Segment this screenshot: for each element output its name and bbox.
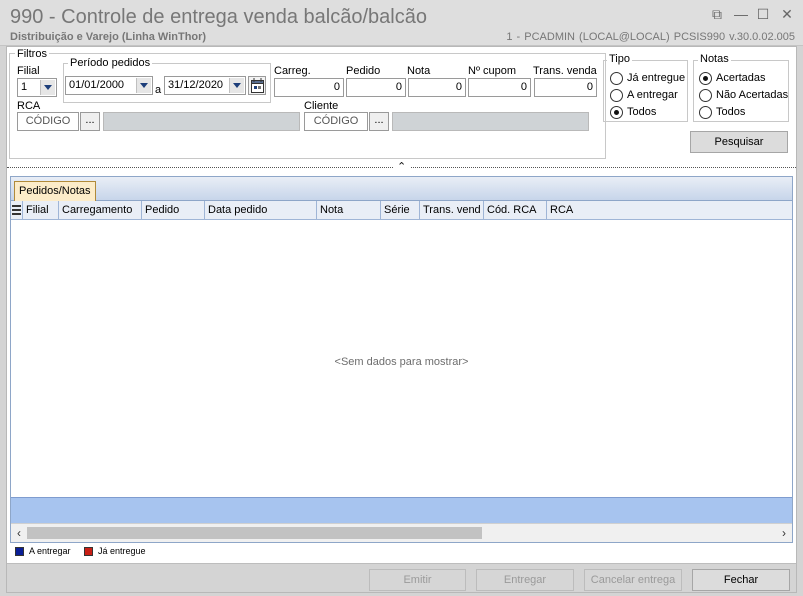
pedido-label: Pedido	[346, 65, 381, 77]
splitter-grip	[7, 167, 393, 168]
tipo-option-label: Já entregue	[627, 72, 686, 84]
minimize-icon[interactable]: —	[733, 6, 749, 22]
column-header[interactable]: Cód. RCA	[484, 201, 547, 219]
periodo-end-value: 31/12/2020	[168, 79, 224, 91]
scroll-left-icon[interactable]: ‹	[12, 525, 26, 541]
column-header[interactable]: Nota	[317, 201, 381, 219]
trans-venda-input[interactable]: 0	[534, 78, 597, 97]
window-subtitle: Distribuição e Varejo (Linha WinThor)	[10, 31, 207, 43]
radio-button[interactable]	[699, 106, 712, 119]
periodo-separator: a	[155, 84, 162, 96]
close-icon[interactable]: ✕	[779, 6, 795, 22]
tipo-option-label: Todos	[627, 106, 657, 118]
radio-button[interactable]	[610, 72, 623, 85]
session-info: 1 - PCADMIN (LOCAL@LOCAL) PCSIS990 v.30.…	[506, 31, 795, 43]
radio-button-selected[interactable]	[610, 106, 623, 119]
column-header[interactable]: Série	[381, 201, 420, 219]
tab-pedidos-notas[interactable]: Pedidos/Notas	[14, 181, 96, 201]
scroll-right-icon[interactable]: ›	[777, 525, 791, 541]
legend-label: A entregar	[29, 546, 71, 556]
empty-message: <Sem dados para mostrar>	[334, 356, 469, 368]
cliente-label: Cliente	[304, 100, 339, 112]
cupom-input[interactable]: 0	[468, 78, 531, 97]
radio-button-selected[interactable]	[699, 72, 712, 85]
carreg-input[interactable]: 0	[274, 78, 344, 97]
pedido-input[interactable]: 0	[346, 78, 406, 97]
chevron-down-icon[interactable]	[229, 78, 244, 93]
filial-select[interactable]: 1	[17, 78, 57, 97]
calendar-icon[interactable]	[248, 76, 266, 95]
cliente-browse-button[interactable]: ...	[369, 112, 389, 131]
fechar-button[interactable]: Fechar	[692, 569, 790, 591]
tab-strip: Pedidos/Notas	[11, 177, 792, 201]
rca-code-input[interactable]: CÓDIGO	[17, 112, 79, 131]
column-header[interactable]: Carregamento	[59, 201, 142, 219]
tipo-legend: Tipo	[607, 53, 632, 65]
footer-bar: Emitir Entregar Cancelar entrega Fechar	[7, 563, 796, 592]
legend-swatch	[84, 547, 93, 556]
tipo-option-label: A entregar	[627, 89, 678, 101]
splitter-grip	[411, 167, 796, 168]
periodo-start-value: 01/01/2000	[69, 79, 125, 91]
cupom-label: Nº cupom	[468, 65, 517, 77]
filters-legend: Filtros	[15, 48, 49, 60]
horizontal-scrollbar[interactable]: ‹ ›	[11, 523, 792, 542]
cancelar-entrega-button[interactable]: Cancelar entrega	[584, 569, 682, 591]
grid-summary-footer	[11, 497, 792, 523]
radio-button[interactable]	[610, 89, 623, 102]
scrollbar-thumb[interactable]	[27, 527, 482, 539]
column-header[interactable]: Data pedido	[205, 201, 317, 219]
rca-browse-button[interactable]: ...	[80, 112, 100, 131]
cliente-code-input[interactable]: CÓDIGO	[304, 112, 368, 131]
carreg-label: Carreg.	[274, 65, 311, 77]
search-button[interactable]: Pesquisar	[690, 131, 788, 153]
notas-option-label: Acertadas	[716, 72, 766, 84]
rca-label: RCA	[17, 100, 41, 112]
notas-option-label: Todos	[716, 106, 746, 118]
nota-label: Nota	[407, 65, 431, 77]
rca-name-field	[103, 112, 300, 131]
column-header[interactable]: Filial	[23, 201, 59, 219]
filial-label: Filial	[17, 65, 40, 77]
orders-grid-panel: Pedidos/Notas Filial Carregamento Pedido…	[10, 176, 793, 543]
title-bar: 990 - Controle de entrega venda balcão/b…	[0, 0, 803, 46]
legend-swatch	[15, 547, 24, 556]
periodo-end-input[interactable]: 31/12/2020	[164, 76, 246, 95]
grid-body[interactable]: <Sem dados para mostrar>	[11, 221, 792, 497]
periodo-start-input[interactable]: 01/01/2000	[65, 76, 153, 95]
entregar-button[interactable]: Entregar	[476, 569, 574, 591]
restore-icon[interactable]: ⧉	[709, 6, 725, 22]
chevron-down-icon[interactable]	[136, 78, 151, 93]
column-header[interactable]: RCA	[547, 201, 792, 219]
periodo-legend: Período pedidos	[68, 57, 153, 69]
main-frame: Filtros Filial 1 Período pedidos 01/01/2…	[6, 46, 797, 593]
notas-option-label: Não Acertadas	[716, 89, 789, 101]
column-header[interactable]: Pedido	[142, 201, 205, 219]
column-header[interactable]: Trans. vend	[420, 201, 484, 219]
filial-value: 1	[21, 81, 28, 93]
chevron-up-icon[interactable]: ⌃	[397, 160, 406, 173]
column-chooser-icon[interactable]	[11, 201, 23, 219]
legend-label: Já entregue	[98, 546, 146, 556]
maximize-icon[interactable]: ☐	[755, 6, 771, 22]
grid-header: Filial Carregamento Pedido Data pedido N…	[11, 201, 792, 220]
notas-legend: Notas	[698, 53, 731, 65]
cliente-name-field	[392, 112, 589, 131]
emitir-button[interactable]: Emitir	[369, 569, 466, 591]
nota-input[interactable]: 0	[408, 78, 466, 97]
window-title: 990 - Controle de entrega venda balcão/b…	[10, 6, 427, 28]
radio-button[interactable]	[699, 89, 712, 102]
trans-venda-label: Trans. venda	[533, 65, 597, 77]
chevron-down-icon[interactable]	[40, 80, 55, 95]
panel-splitter[interactable]: ⌃	[7, 160, 796, 173]
